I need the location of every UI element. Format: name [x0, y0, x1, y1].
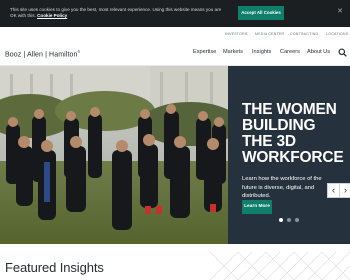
hero-photo: [0, 66, 228, 244]
cookie-banner: This site uses cookies to give you the b…: [0, 0, 350, 27]
chevron-right-icon[interactable]: ›: [339, 183, 350, 198]
utility-nav: INVESTORS MEDIA CENTER CONTRACTING LOCAT…: [0, 27, 350, 41]
accept-cookies-button[interactable]: Accept All Cookies: [238, 6, 284, 20]
decorative-pattern: [210, 252, 350, 280]
carousel-dot-3[interactable]: [295, 218, 299, 222]
cookie-policy-link[interactable]: Cookie Policy: [37, 13, 67, 18]
utility-link-media-center[interactable]: MEDIA CENTER: [255, 32, 284, 36]
hero-description: Learn how the workforce of the future is…: [242, 176, 322, 199]
carousel-dot-2[interactable]: [287, 218, 291, 222]
learn-more-button[interactable]: Learn More: [242, 200, 272, 214]
utility-link-investors[interactable]: INVESTORS: [225, 32, 248, 36]
close-icon[interactable]: ✕: [336, 7, 344, 17]
nav-about-us[interactable]: About Us: [307, 49, 330, 55]
nav-expertise[interactable]: Expertise: [193, 49, 216, 55]
logo-registered-mark: ®: [77, 50, 81, 54]
nav-careers[interactable]: Careers: [280, 49, 300, 55]
logo[interactable]: Booz | Allen | Hamilton®: [5, 50, 80, 58]
featured-insights-heading: Featured Insights: [5, 260, 104, 275]
nav-insights[interactable]: Insights: [252, 49, 271, 55]
utility-link-contracting[interactable]: CONTRACTING: [290, 32, 319, 36]
featured-section: Featured Insights: [0, 244, 350, 280]
carousel-dot-1[interactable]: [279, 218, 283, 222]
utility-link-locations[interactable]: LOCATIONS: [326, 32, 348, 36]
nav-markets[interactable]: Markets: [223, 49, 243, 55]
search-icon[interactable]: [338, 48, 347, 57]
cookie-text: This site uses cookies to give you the b…: [10, 7, 225, 19]
logo-text: Booz | Allen | Hamilton: [5, 51, 78, 59]
hero-carousel: THE WOMEN BUILDING THE 3D WORKFORCE Lear…: [0, 66, 350, 244]
main-header: Booz | Allen | Hamilton® Expertise Marke…: [0, 41, 350, 66]
hero-title: THE WOMEN BUILDING THE 3D WORKFORCE: [242, 101, 344, 166]
